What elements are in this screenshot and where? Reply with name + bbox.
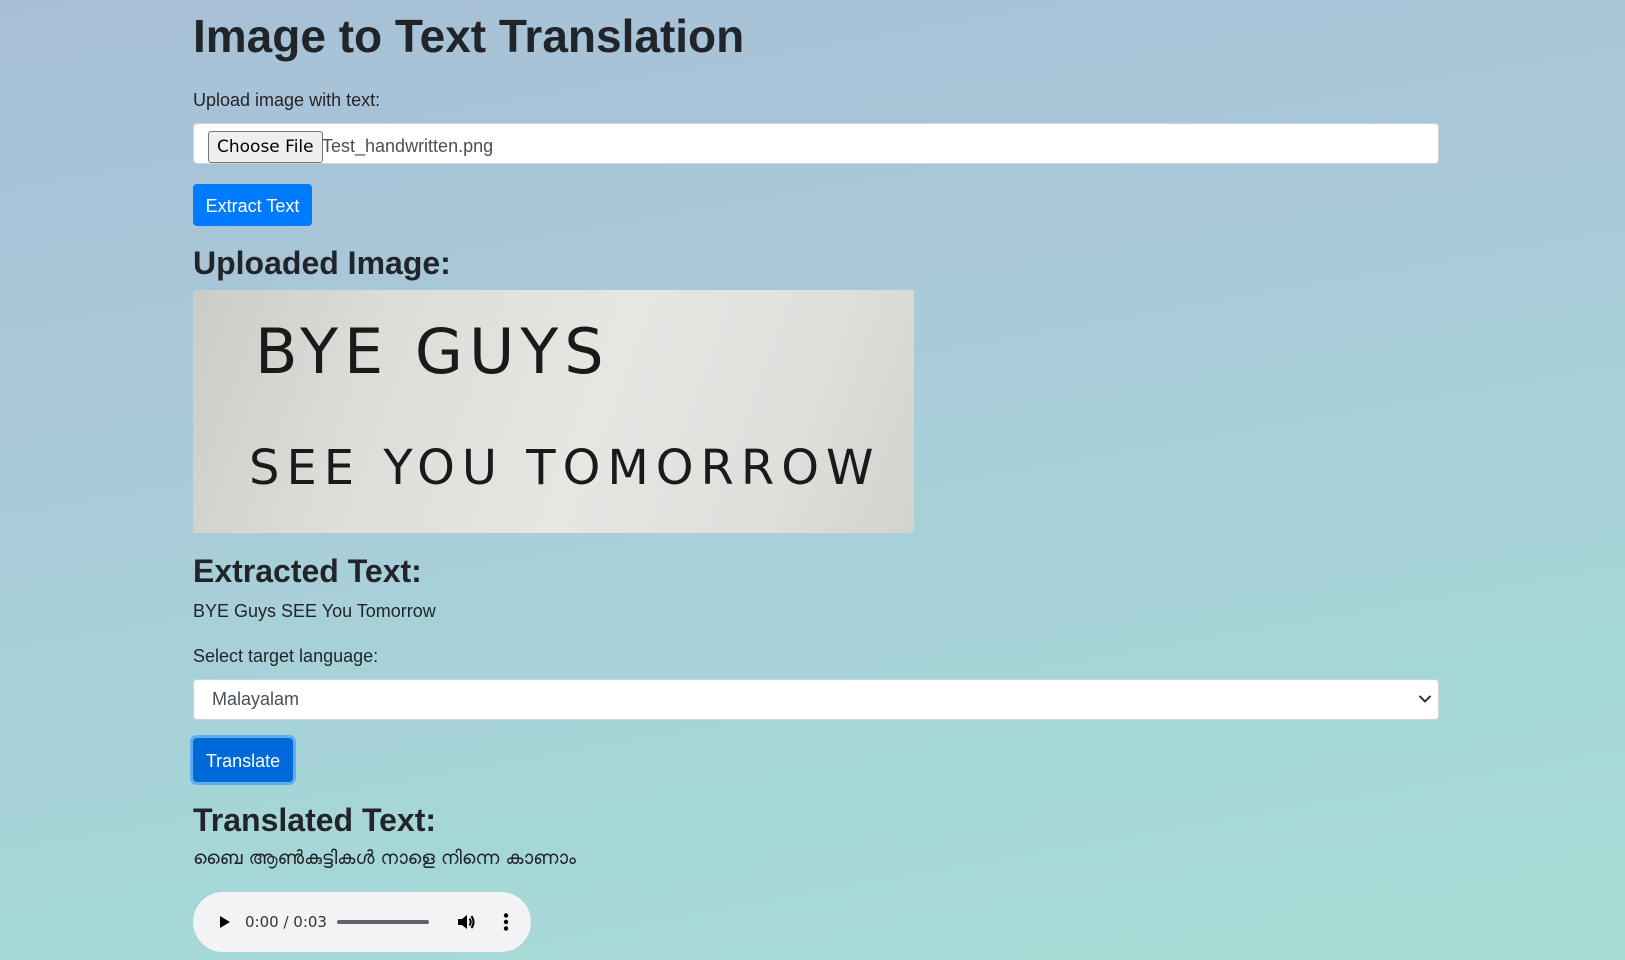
handwritten-line-2: SEE YOU TOMORROW (249, 440, 881, 496)
uploaded-image: BYE GUYS SEE YOU TOMORROW (193, 290, 914, 533)
upload-label: Upload image with text: (193, 90, 381, 110)
more-vert-icon[interactable] (495, 911, 517, 933)
language-select[interactable]: Malayalam (193, 679, 1439, 720)
extracted-text-heading: Extracted Text: (193, 553, 422, 589)
audio-player: 0:00 / 0:03 (193, 892, 531, 952)
file-name: Test_handwritten.png (322, 136, 494, 156)
chevron-down-icon (1419, 695, 1431, 703)
audio-seek-slider[interactable] (337, 920, 429, 924)
page-title: Image to Text Translation (193, 10, 745, 62)
handwriting-drawing: BYE GUYS SEE YOU TOMORROW (249, 315, 881, 496)
translated-text-heading: Translated Text: (193, 802, 437, 838)
volume-icon[interactable] (455, 911, 477, 933)
translate-button[interactable]: Translate (193, 738, 293, 782)
translated-text: ബൈ ആൺകുട്ടികൾ നാളെ നിന്നെ കാണാം (193, 847, 576, 869)
language-label: Select target language: (193, 646, 379, 666)
play-icon[interactable] (215, 913, 233, 931)
extract-text-button[interactable]: Extract Text (193, 184, 312, 226)
language-select-value: Malayalam (212, 689, 300, 709)
handwritten-line-1: BYE GUYS (255, 315, 610, 388)
choose-file-button[interactable]: Choose File (208, 131, 323, 163)
extracted-text: BYE Guys SEE You Tomorrow (193, 601, 436, 621)
uploaded-image-heading: Uploaded Image: (193, 245, 451, 281)
file-input[interactable]: Choose File Test_handwritten.png (193, 123, 1439, 164)
audio-time: 0:00 / 0:03 (245, 913, 327, 931)
